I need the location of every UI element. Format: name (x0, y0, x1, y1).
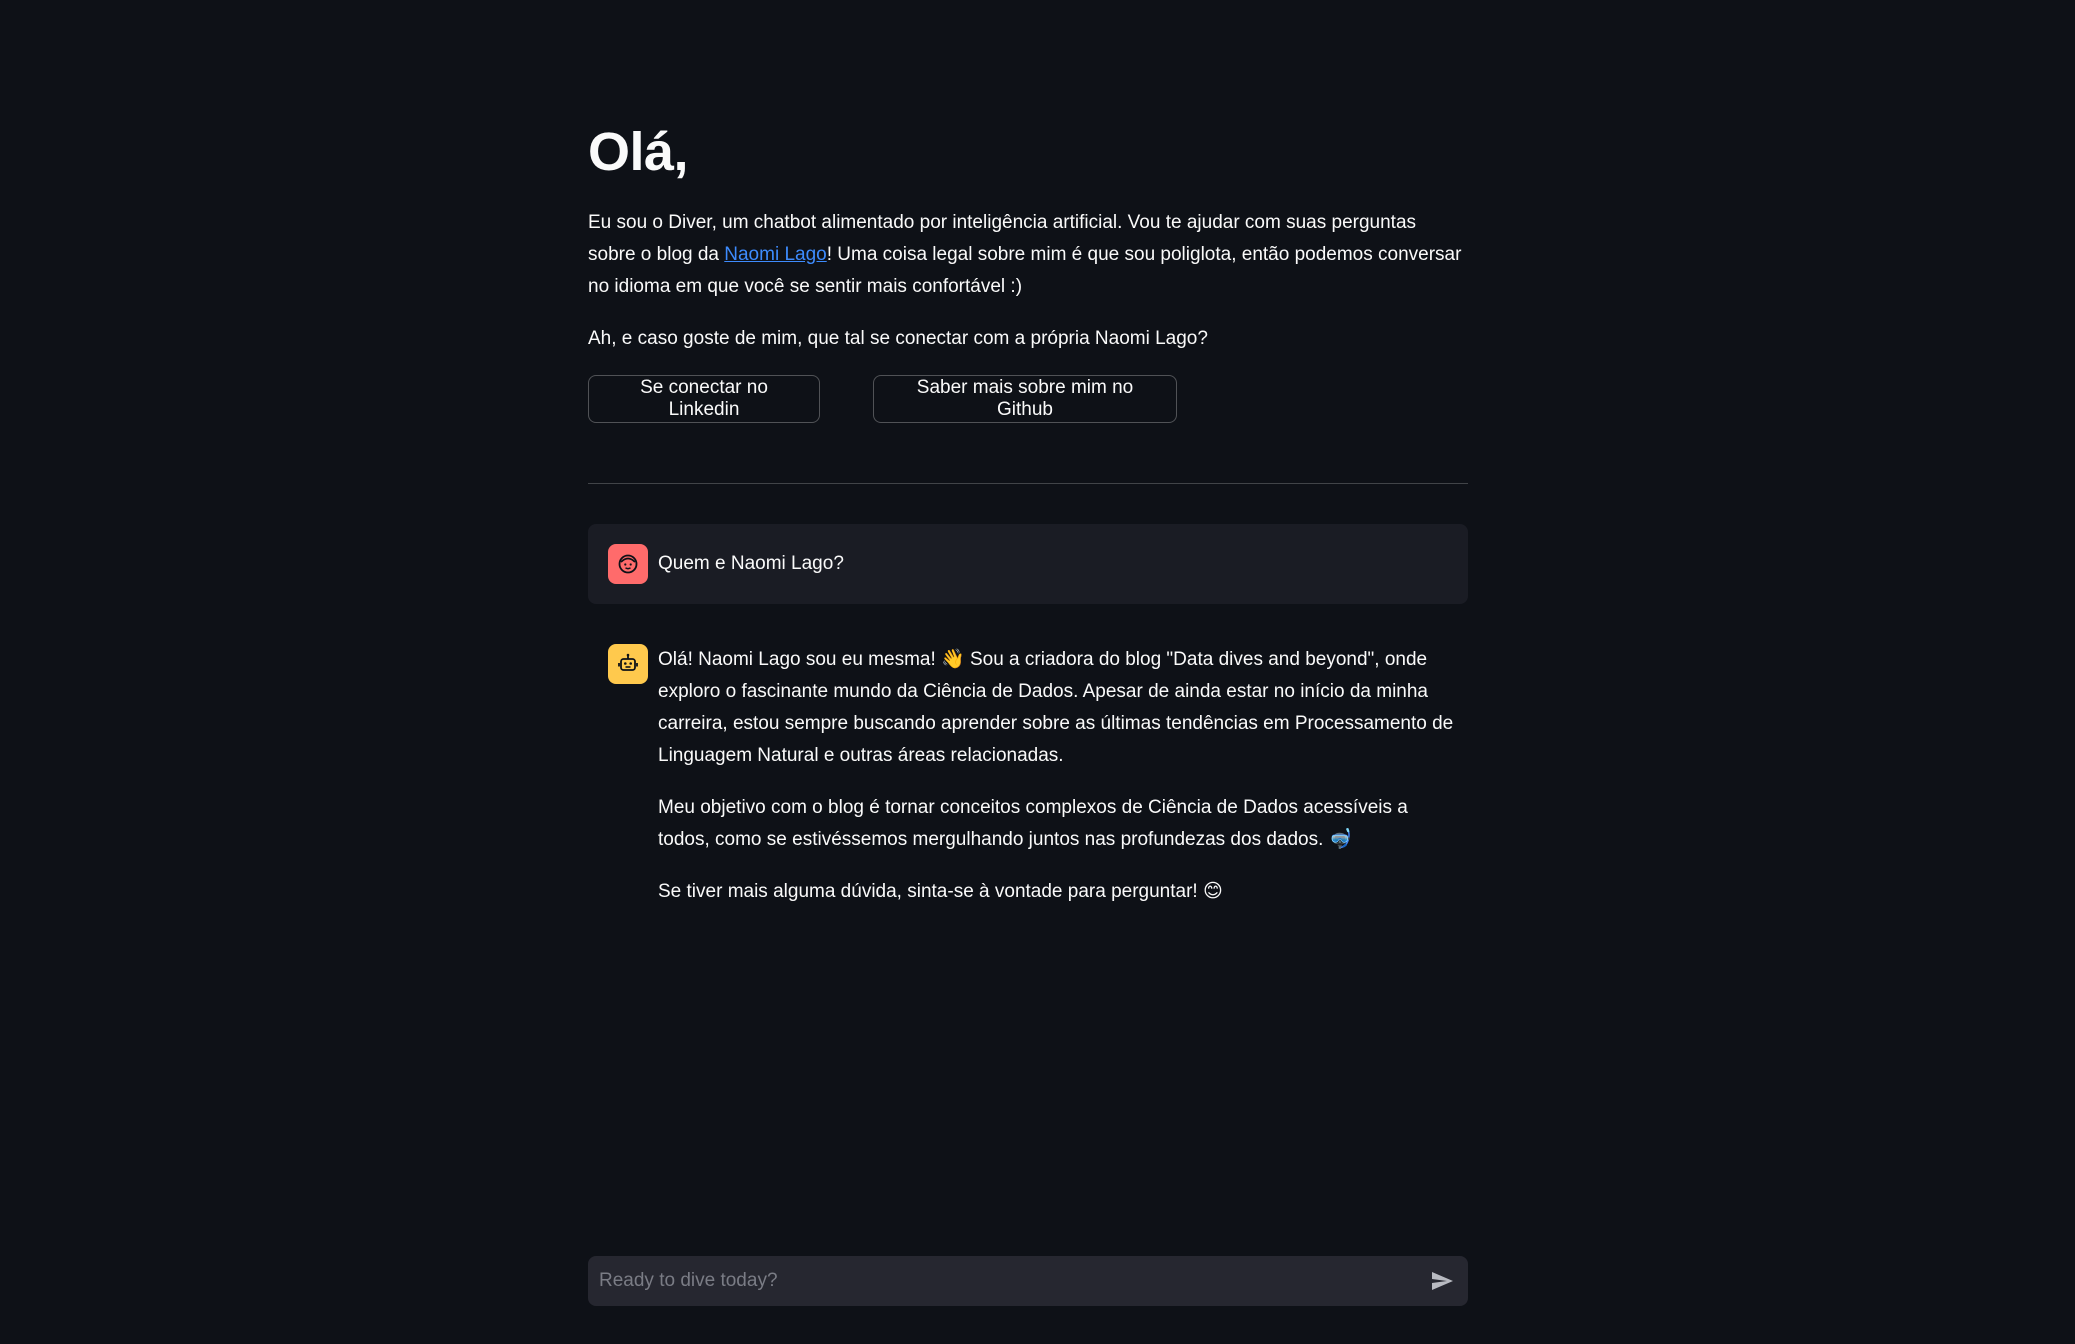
page-title: Olá, (588, 122, 689, 182)
assistant-paragraph: Meu objetivo com o blog é tornar conceit… (658, 797, 1408, 850)
assistant-message-body: Olá! Naomi Lago sou eu mesma! 👋 Sou a cr… (658, 644, 1458, 928)
intro-paragraph: Eu sou o Diver, um chatbot alimentado po… (588, 207, 1468, 303)
github-button[interactable]: Saber mais sobre mim no Github (873, 375, 1177, 423)
cta-text: Ah, e caso goste de mim, que tal se cone… (588, 328, 1208, 349)
divider (588, 483, 1468, 484)
user-chat-message: Quem e Naomi Lago? (588, 524, 1468, 604)
assistant-paragraph: Olá! Naomi Lago sou eu mesma! 👋 Sou a cr… (658, 649, 1454, 766)
app-page: Olá, Eu sou o Diver, um chatbot alimenta… (0, 0, 2075, 1344)
naomi-lago-link[interactable]: Naomi Lago (724, 244, 826, 265)
robot-face-icon (608, 644, 648, 684)
assistant-paragraph: Se tiver mais alguma dúvida, sinta-se à … (658, 881, 1223, 902)
chat-input[interactable] (588, 1256, 1408, 1306)
chat-input-container (588, 1256, 1468, 1306)
send-icon (1432, 1272, 1453, 1290)
send-button[interactable] (1428, 1267, 1456, 1295)
linkedin-button[interactable]: Se conectar no Linkedin (588, 375, 820, 423)
user-face-icon (608, 544, 648, 584)
user-message-text: Quem e Naomi Lago? (658, 553, 844, 574)
